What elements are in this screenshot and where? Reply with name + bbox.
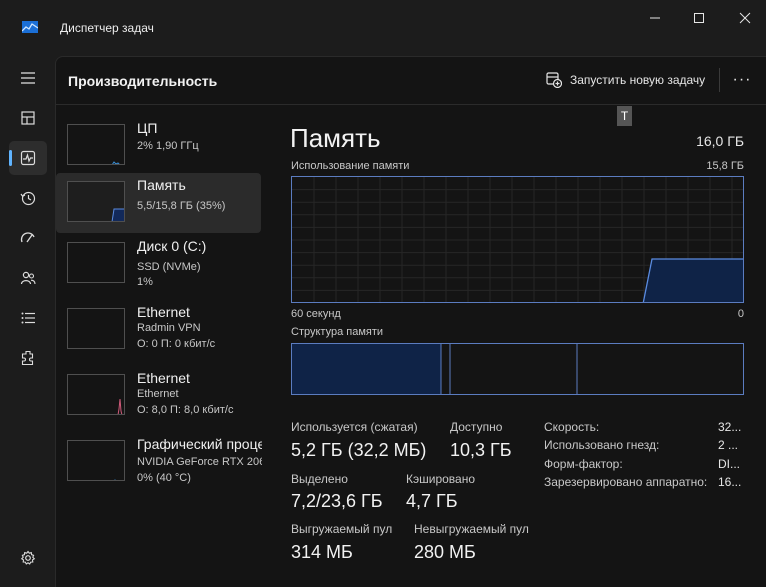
run-new-task-label: Запустить новую задачу	[570, 73, 706, 87]
toolbar-divider	[719, 68, 720, 92]
device-name: Графический процессор 0	[137, 436, 262, 452]
ethernet-thumbnail-graph	[67, 374, 125, 415]
committed-label: Выделено	[291, 472, 348, 486]
paged-pool-label: Выгружаемый пул	[291, 522, 393, 536]
device-name: Ethernet	[137, 304, 190, 320]
memory-title: Память	[290, 123, 381, 153]
device-name: ЦП	[137, 120, 158, 136]
ethernet-thumbnail-graph	[67, 308, 125, 349]
device-name: Ethernet	[137, 370, 190, 386]
task-manager-app-icon	[22, 21, 38, 33]
device-detail: SSD (NVMe)	[137, 261, 201, 273]
paged-pool-value: 314 МБ	[291, 542, 353, 562]
title-bar: Диспетчер задач	[0, 0, 766, 56]
more-options-button[interactable]: ···	[730, 71, 754, 88]
slots-used-value: 2 ...	[718, 438, 739, 452]
speed-value: 32...	[718, 420, 742, 434]
cached-value: 4,7 ГБ	[406, 491, 458, 511]
gpu-thumbnail-graph	[67, 440, 125, 481]
device-name: Диск 0 (C:)	[137, 238, 207, 254]
nav-performance[interactable]	[9, 141, 47, 175]
window-title: Диспетчер задач	[60, 21, 154, 35]
close-button[interactable]	[736, 9, 754, 27]
left-navigation	[0, 56, 55, 587]
cached-label: Кэшировано	[406, 472, 476, 486]
available-value: 10,3 ГБ	[450, 440, 512, 460]
hardware-reserved-label: Зарезервировано аппаратно:	[544, 475, 708, 489]
speed-label: Скорость:	[544, 420, 600, 434]
device-detail: Radmin VPN	[137, 322, 201, 334]
device-detail: Ethernet	[137, 388, 179, 400]
structure-label: Структура памяти	[291, 326, 384, 338]
usage-graph-label: Использование памяти	[291, 160, 410, 172]
form-factor-label: Форм-фактор:	[544, 457, 623, 471]
nav-app-history[interactable]	[9, 181, 47, 215]
minimize-button[interactable]	[646, 9, 664, 27]
close-icon	[739, 12, 751, 24]
in-use-label: Используется (сжатая)	[291, 420, 418, 434]
device-item-gpu[interactable]: Графический процессор 0 NVIDIA GeForce R…	[56, 432, 262, 492]
new-task-icon	[546, 72, 562, 88]
committed-value: 7,2/23,6 ГБ	[291, 491, 383, 511]
device-item-ethernet[interactable]: Ethernet Ethernet О: 8,0 П: 8,0 кбит/с	[56, 366, 261, 426]
memory-usage-area	[643, 259, 743, 302]
nav-settings[interactable]	[9, 541, 47, 575]
nav-details[interactable]	[9, 301, 47, 335]
memory-total: 16,0 ГБ	[696, 133, 744, 149]
nav-processes[interactable]	[9, 101, 47, 135]
hardware-reserved-value: 16...	[718, 475, 742, 489]
device-detail: 5,5/15,8 ГБ (35%)	[137, 200, 226, 212]
device-item-disk[interactable]: Диск 0 (C:) SSD (NVMe) 1%	[56, 234, 261, 294]
maximize-icon	[694, 13, 704, 23]
device-detail: О: 8,0 П: 8,0 кбит/с	[137, 404, 234, 416]
nav-services[interactable]	[9, 341, 47, 375]
processes-icon	[21, 111, 35, 125]
device-item-ethernet-radmin[interactable]: Ethernet Radmin VPN О: 0 П: 0 кбит/с	[56, 300, 261, 360]
run-new-task-button[interactable]: Запустить новую задачу	[546, 71, 705, 89]
device-item-cpu[interactable]: ЦП 2% 1,90 ГГц	[56, 116, 261, 176]
history-icon	[20, 191, 36, 206]
graph-axis-left: 60 секунд	[291, 308, 341, 320]
memory-structure-bar	[291, 343, 744, 395]
device-detail: 0% (40 °C)	[137, 472, 191, 484]
device-detail: NVIDIA GeForce RTX 2060	[137, 456, 262, 468]
nonpaged-pool-label: Невыгружаемый пул	[414, 522, 529, 536]
gear-icon	[20, 550, 36, 565]
available-label: Доступно	[450, 420, 503, 434]
usage-graph-max: 15,8 ГБ	[706, 160, 744, 172]
services-icon	[21, 350, 34, 366]
page-title: Производительность	[68, 73, 218, 89]
gauge-icon	[20, 232, 35, 243]
device-name: Память	[137, 177, 186, 193]
memory-usage-graph	[291, 176, 744, 303]
memory-thumbnail-graph	[67, 181, 125, 222]
nav-startup-apps[interactable]	[9, 221, 47, 255]
disk-thumbnail-graph	[67, 242, 125, 283]
performance-icon	[20, 150, 36, 166]
users-icon	[20, 271, 36, 285]
minimize-icon	[650, 17, 660, 19]
slots-used-label: Использовано гнезд:	[544, 438, 660, 452]
hamburger-menu-button[interactable]	[9, 61, 47, 95]
active-indicator	[9, 150, 12, 166]
list-icon	[21, 312, 35, 324]
device-list: ЦП 2% 1,90 ГГц Память 5,5/15,8 ГБ (35%) …	[56, 108, 264, 578]
in-use-value: 5,2 ГБ (32,2 МБ)	[291, 440, 427, 460]
nav-users[interactable]	[9, 261, 47, 295]
device-detail: О: 0 П: 0 кбит/с	[137, 338, 216, 350]
device-item-memory[interactable]: Память 5,5/15,8 ГБ (35%)	[56, 173, 261, 233]
nonpaged-pool-value: 280 МБ	[414, 542, 476, 562]
device-detail: 2% 1,90 ГГц	[137, 140, 199, 152]
device-detail: 1%	[137, 276, 153, 288]
maximize-button[interactable]	[690, 9, 708, 27]
structure-segment-in-use	[292, 344, 441, 394]
header-divider	[56, 104, 766, 105]
cpu-thumbnail-graph	[67, 124, 125, 165]
hamburger-icon	[21, 72, 35, 84]
tooltip: T	[617, 106, 632, 126]
form-factor-value: DI...	[718, 457, 741, 471]
graph-axis-right: 0	[737, 308, 744, 320]
